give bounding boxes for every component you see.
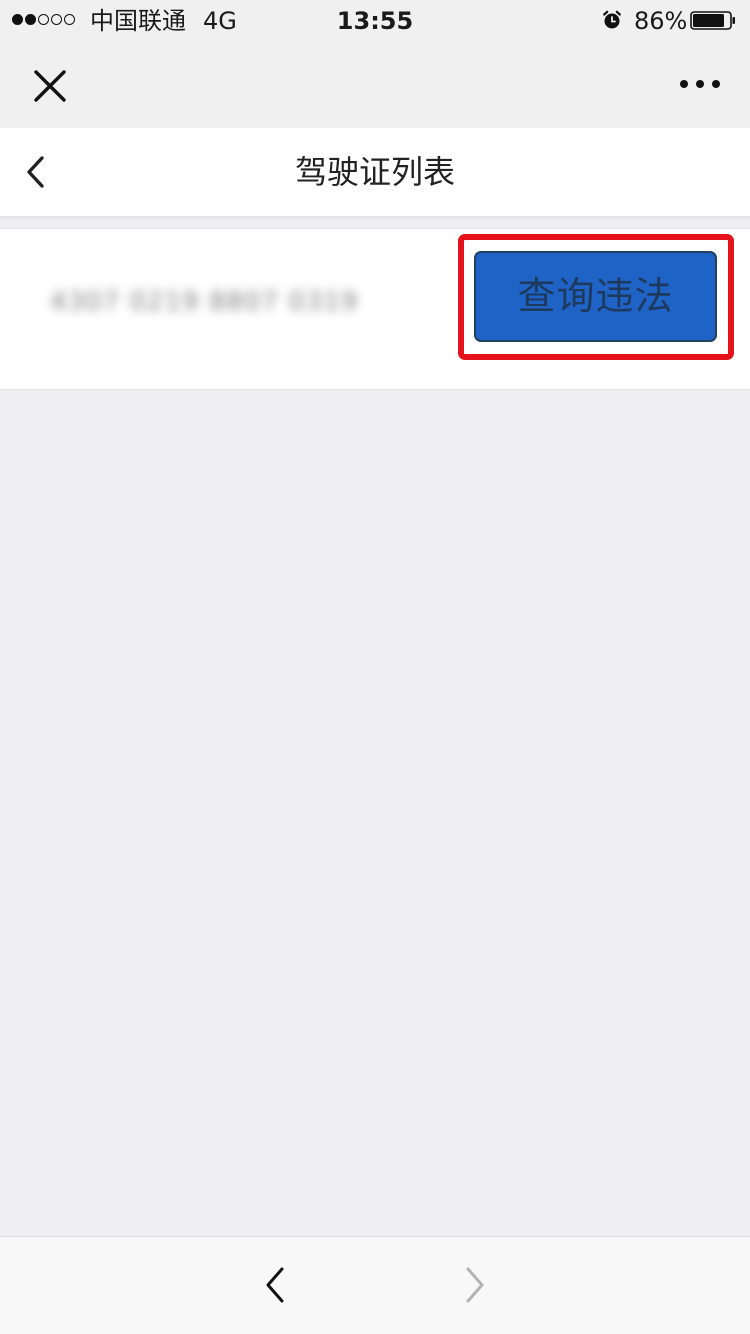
page-header: 驾驶证列表	[0, 128, 750, 216]
query-violations-button[interactable]: 查询违法	[474, 251, 717, 342]
license-number: 4307 0219 8807 0319	[50, 287, 359, 317]
bottom-toolbar	[0, 1236, 750, 1334]
alarm-clock-icon	[603, 10, 621, 29]
chevron-right-icon[interactable]	[454, 1263, 494, 1307]
more-dots-icon[interactable]	[672, 66, 728, 102]
license-list-item: 4307 0219 8807 0319 查询违法	[0, 228, 750, 390]
battery-icon	[690, 11, 735, 30]
close-icon[interactable]	[28, 64, 72, 108]
webview-top-bar	[0, 42, 750, 128]
status-bar: 中国联通 4G 13:55 86%	[0, 0, 750, 42]
chevron-left-icon[interactable]	[256, 1263, 296, 1307]
battery-fill	[693, 14, 724, 27]
chevron-left-icon[interactable]	[16, 150, 56, 194]
battery-percentage: 86%	[634, 7, 688, 35]
page-title: 驾驶证列表	[294, 153, 455, 191]
